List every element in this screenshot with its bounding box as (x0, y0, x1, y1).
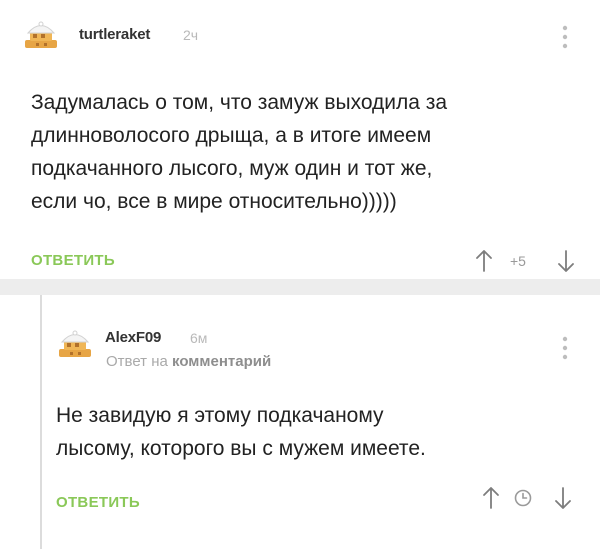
comment-text: Не завидую я этому подкачаному лысому, к… (56, 404, 426, 460)
arrow-down-icon[interactable] (553, 485, 573, 511)
reply-to-link[interactable]: комментарий (172, 353, 271, 370)
avatar-icon[interactable] (24, 20, 58, 50)
arrow-down-icon[interactable] (556, 248, 576, 274)
comment-rating: +5 (510, 253, 526, 269)
comment-username[interactable]: turtleraket (79, 26, 150, 43)
comment: turtleraket 2ч Задумалась о том, что зам… (0, 0, 600, 279)
comment-time: 6м (190, 330, 208, 346)
reply-button[interactable]: ОТВЕТИТЬ (56, 494, 140, 511)
arrow-up-icon[interactable] (481, 485, 501, 511)
clock-icon (514, 489, 532, 507)
reply-to-line: Ответ на комментарий (106, 353, 271, 370)
more-vertical-icon[interactable] (557, 24, 573, 50)
comment-time: 2ч (183, 27, 199, 43)
thread-line[interactable] (40, 295, 42, 549)
arrow-up-icon[interactable] (474, 248, 494, 274)
avatar-icon[interactable] (58, 329, 92, 359)
comment-username[interactable]: AlexF09 (105, 329, 161, 346)
more-vertical-icon[interactable] (557, 335, 573, 361)
comment-divider (0, 279, 600, 295)
comment-text: Задумалась о том, что замуж выходила за … (31, 91, 448, 213)
reply-comment: AlexF09 6м Ответ на комментарий Не завид… (0, 295, 600, 549)
reply-button[interactable]: ОТВЕТИТЬ (31, 252, 115, 269)
reply-to-prefix: Ответ на (106, 353, 168, 370)
